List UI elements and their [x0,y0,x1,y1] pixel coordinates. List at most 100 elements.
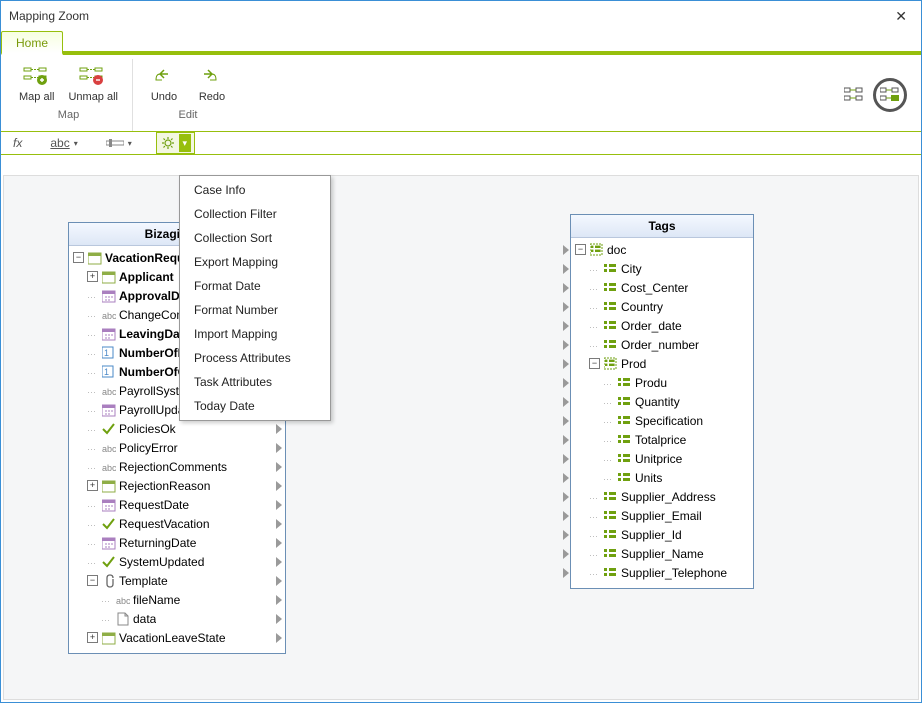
date-icon [101,497,116,512]
tree-node[interactable]: ⋯fileName [73,590,281,609]
tree-node[interactable]: +VacationLeaveState [73,628,281,647]
fx-button[interactable]: fx [9,134,26,152]
tree-node[interactable]: ⋯Country [575,297,749,316]
tab-home[interactable]: Home [1,31,63,55]
tree-node[interactable]: ⋯PoliciesOk [73,419,281,438]
connector-in-icon[interactable] [561,359,570,368]
connector-out-icon[interactable] [274,443,283,452]
connector-in-icon[interactable] [561,378,570,387]
map-all-button[interactable]: Map all [15,61,58,105]
tree-node[interactable]: ⋯Unitprice [575,449,749,468]
menu-item[interactable]: Case Info [180,178,330,202]
connector-in-icon[interactable] [561,245,570,254]
tree-node[interactable]: ⋯Specification [575,411,749,430]
connector-in-icon[interactable] [561,340,570,349]
functions-dropdown-button[interactable]: ▾ [156,132,195,154]
tree-node-label: Unitprice [635,452,682,466]
view-source-target-alt-button[interactable] [873,78,907,112]
connector-out-icon[interactable] [274,576,283,585]
connector-in-icon[interactable] [561,435,570,444]
connector-in-icon[interactable] [561,283,570,292]
tree-node[interactable]: ⋯data [73,609,281,628]
expand-icon[interactable]: + [87,480,98,491]
tree-node[interactable]: −Prod [575,354,749,373]
tree-node[interactable]: ⋯SystemUpdated [73,552,281,571]
connector-out-icon[interactable] [274,557,283,566]
tree-node[interactable]: ⋯Supplier_Id [575,525,749,544]
tree-node[interactable]: +RejectionReason [73,476,281,495]
connector-out-icon[interactable] [274,633,283,642]
menu-item[interactable]: Collection Sort [180,226,330,250]
connector-in-icon[interactable] [561,397,570,406]
tree-node-label: fileName [133,593,180,607]
tree-node[interactable]: ⋯City [575,259,749,278]
connector-in-icon[interactable] [561,549,570,558]
group-label-edit: Edit [179,109,198,121]
tree-node[interactable]: ⋯RequestDate [73,495,281,514]
tree-node[interactable]: ⋯Quantity [575,392,749,411]
connector-out-icon[interactable] [274,462,283,471]
connector-in-icon[interactable] [561,492,570,501]
connector-in-icon[interactable] [561,473,570,482]
tree-node[interactable]: ⋯Supplier_Telephone [575,563,749,582]
collapse-icon[interactable]: − [87,575,98,586]
collapse-icon[interactable]: − [589,358,600,369]
menu-item[interactable]: Import Mapping [180,322,330,346]
tag-icon [617,394,632,409]
redo-button[interactable]: Redo [191,61,233,105]
menu-item[interactable]: Today Date [180,394,330,418]
tree-node[interactable]: ⋯Produ [575,373,749,392]
connector-out-icon[interactable] [274,538,283,547]
view-source-target-button[interactable] [841,82,867,108]
connector-in-icon[interactable] [561,530,570,539]
expand-icon[interactable]: + [87,271,98,282]
connector-out-icon[interactable] [274,614,283,623]
connector-in-icon[interactable] [561,321,570,330]
abc-dropdown[interactable]: abc▾ [46,134,81,152]
close-icon[interactable]: ✕ [889,8,913,25]
tree-node[interactable]: ⋯Supplier_Address [575,487,749,506]
tag-icon [603,527,618,542]
tree-node[interactable]: −Template [73,571,281,590]
group-label-map: Map [58,109,79,121]
connector-in-icon[interactable] [561,264,570,273]
connector-out-icon[interactable] [274,500,283,509]
connector-in-icon[interactable] [561,416,570,425]
unmap-all-button[interactable]: Unmap all [64,61,122,105]
connector-out-icon[interactable] [274,595,283,604]
num-icon [101,345,116,360]
connector-out-icon[interactable] [274,519,283,528]
menu-item[interactable]: Task Attributes [180,370,330,394]
tree-node[interactable]: ⋯Supplier_Name [575,544,749,563]
undo-button[interactable]: Undo [143,61,185,105]
connector-in-icon[interactable] [561,568,570,577]
tree-node[interactable]: ⋯ReturningDate [73,533,281,552]
tree-node[interactable]: ⋯PolicyError [73,438,281,457]
tree-node[interactable]: ⋯Order_date [575,316,749,335]
mapping-canvas[interactable]: Bizagi Data −VacationRequ+Applicant⋯Appr… [3,175,919,700]
tree-node[interactable]: ⋯RejectionComments [73,457,281,476]
tree-node[interactable]: ⋯Units [575,468,749,487]
menu-item[interactable]: Format Number [180,298,330,322]
menu-item[interactable]: Export Mapping [180,250,330,274]
menu-item[interactable]: Collection Filter [180,202,330,226]
tree-node[interactable]: ⋯Supplier_Email [575,506,749,525]
menu-item[interactable]: Process Attributes [180,346,330,370]
connector-in-icon[interactable] [561,511,570,520]
tree-right[interactable]: −doc⋯City⋯Cost_Center⋯Country⋯Order_date… [571,238,753,588]
collapse-icon[interactable]: − [575,244,586,255]
slider-dropdown[interactable]: ▾ [102,135,136,151]
connector-out-icon[interactable] [274,424,283,433]
connector-in-icon[interactable] [561,302,570,311]
expand-icon[interactable]: + [87,632,98,643]
menu-item[interactable]: Format Date [180,274,330,298]
tree-node[interactable]: −doc [575,240,749,259]
tree-node[interactable]: ⋯RequestVacation [73,514,281,533]
tree-node[interactable]: ⋯Cost_Center [575,278,749,297]
tree-node[interactable]: ⋯Order_number [575,335,749,354]
connector-in-icon[interactable] [561,454,570,463]
ribbon-tabs: Home [1,31,921,55]
tree-node[interactable]: ⋯Totalprice [575,430,749,449]
connector-out-icon[interactable] [274,481,283,490]
collapse-icon[interactable]: − [73,252,84,263]
